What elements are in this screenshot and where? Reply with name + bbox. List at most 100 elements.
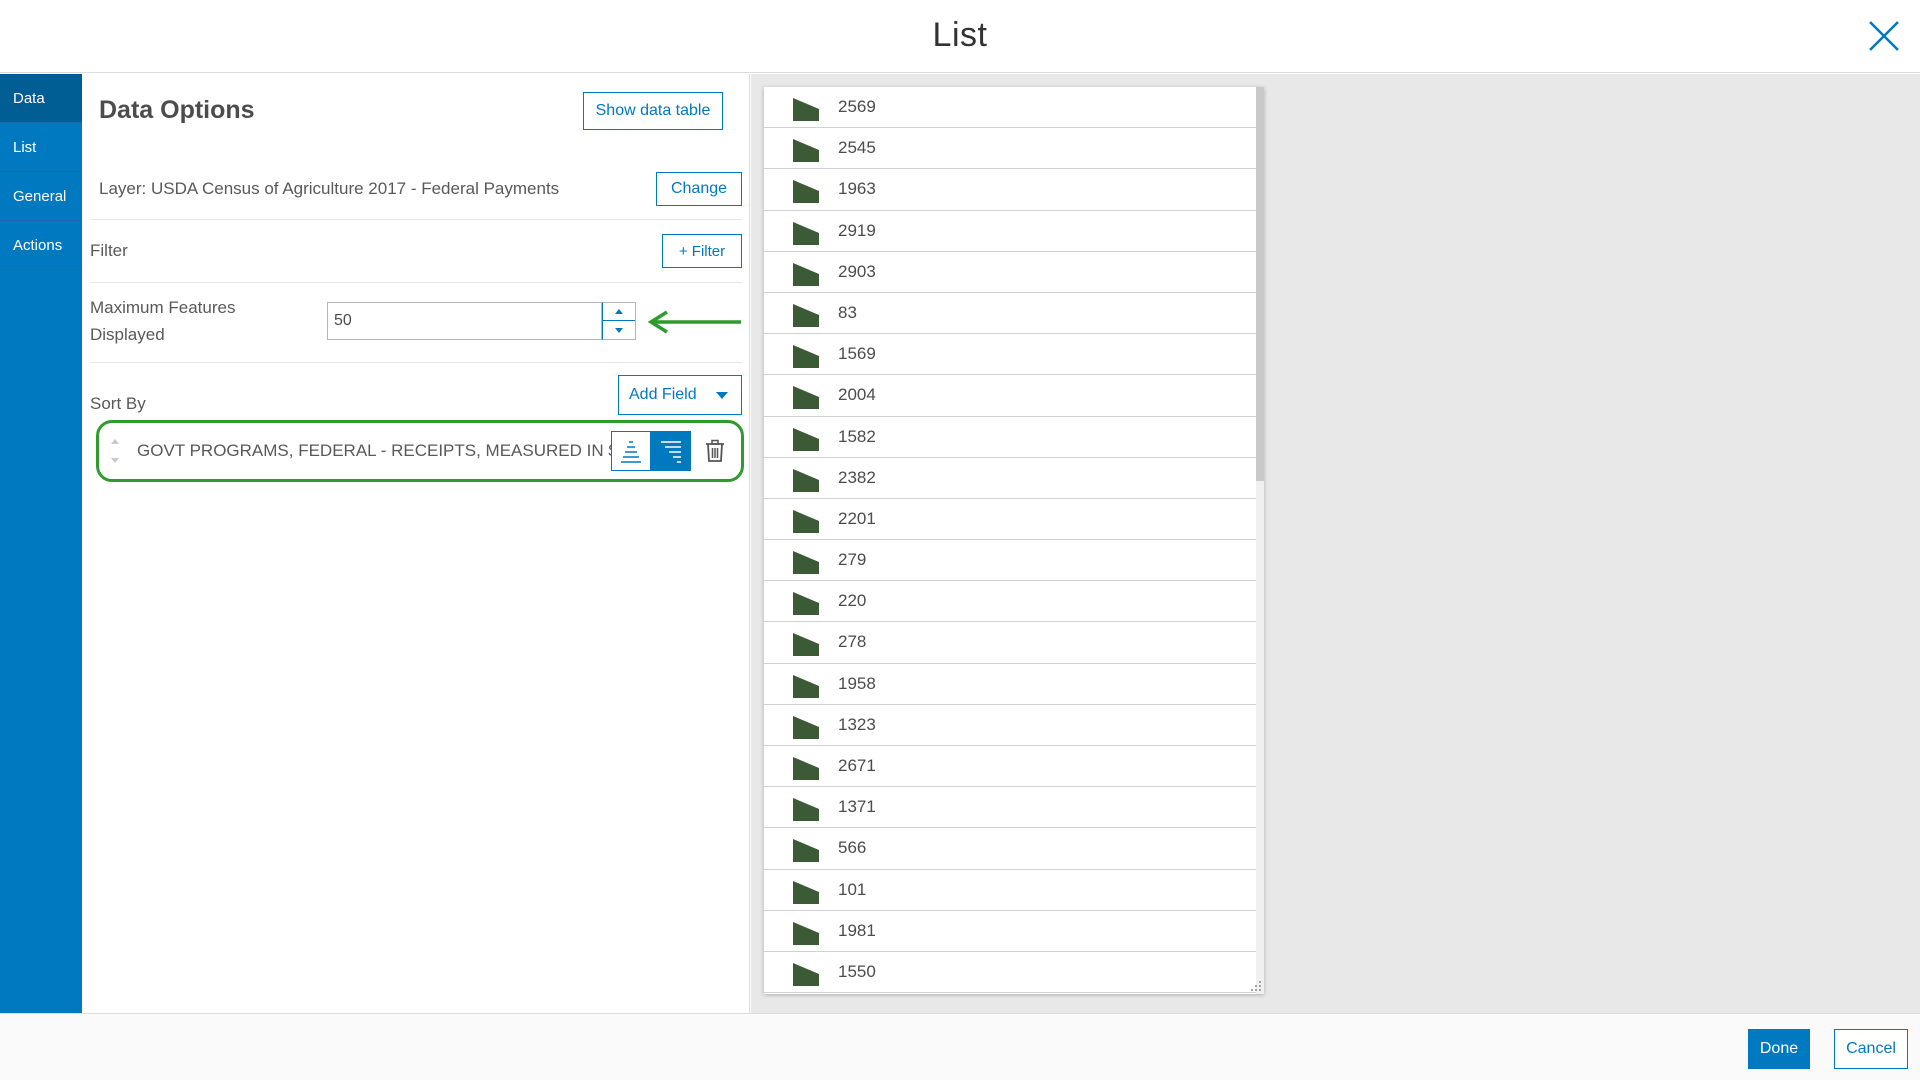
- drag-handle-icon[interactable]: [109, 435, 121, 467]
- caret-down-icon: [615, 328, 623, 333]
- sort-field-name: GOVT PROGRAMS, FEDERAL - RECEIPTS, MEASU…: [137, 441, 618, 460]
- done-button[interactable]: Done: [1748, 1029, 1810, 1069]
- list-item[interactable]: 279: [764, 540, 1256, 582]
- list-item[interactable]: 2201: [764, 499, 1256, 541]
- polygon-symbol-icon: [793, 427, 819, 451]
- polygon-symbol-icon: [793, 262, 819, 286]
- list-item[interactable]: 1371: [764, 787, 1256, 829]
- list-item[interactable]: 2545: [764, 128, 1256, 170]
- close-icon: [1869, 21, 1899, 51]
- list-items: 2569 2545 1963 2919 2903 83 1569 2004 1582 2382 22…: [764, 87, 1264, 994]
- dialog-footer: Done Cancel: [0, 1013, 1920, 1080]
- tab-general[interactable]: General: [0, 172, 82, 221]
- stepper-down-button[interactable]: [603, 321, 635, 339]
- list-item[interactable]: 1550: [764, 952, 1256, 994]
- sort-ascending-button[interactable]: [611, 431, 651, 471]
- chevron-down-icon: [716, 392, 728, 399]
- polygon-symbol-icon: [793, 221, 819, 245]
- polygon-symbol-icon: [793, 386, 819, 410]
- trash-icon[interactable]: [704, 439, 726, 463]
- sidebar: Data List General Actions: [0, 74, 82, 1013]
- list-item[interactable]: 278: [764, 622, 1256, 664]
- list-item[interactable]: 1582: [764, 417, 1256, 458]
- scrollbar-thumb[interactable]: [1256, 87, 1264, 481]
- list-item-value: 1963: [838, 179, 876, 199]
- list-item-value: 2569: [838, 97, 876, 116]
- filter-label: Filter: [90, 241, 128, 260]
- list-item-value: 1958: [838, 673, 876, 693]
- resize-grip-icon[interactable]: [1248, 978, 1262, 992]
- list-item-value: 2382: [838, 467, 876, 487]
- list-item[interactable]: 1569: [764, 334, 1256, 376]
- max-features-input[interactable]: [327, 302, 602, 340]
- show-data-table-button[interactable]: Show data table: [583, 92, 723, 130]
- polygon-symbol-icon: [793, 880, 819, 904]
- list-item-value: 2903: [838, 261, 876, 281]
- tab-list[interactable]: List: [0, 123, 82, 172]
- list-item-value: 278: [838, 632, 867, 652]
- polygon-symbol-icon: [793, 715, 819, 739]
- list-item[interactable]: 2569: [764, 87, 1256, 129]
- tab-actions[interactable]: Actions: [0, 221, 82, 270]
- list-item[interactable]: 1958: [764, 664, 1256, 705]
- list-item[interactable]: 566: [764, 828, 1256, 870]
- list-item-value: 101: [838, 879, 867, 899]
- polygon-symbol-icon: [793, 345, 819, 369]
- section-title: Data Options: [99, 96, 255, 124]
- cancel-button[interactable]: Cancel: [1834, 1029, 1908, 1069]
- sort-by-label: Sort By: [90, 394, 146, 413]
- list-item-value: 566: [838, 838, 867, 858]
- list-item-value: 1569: [838, 344, 876, 364]
- list-item[interactable]: 2004: [764, 375, 1256, 417]
- polygon-symbol-icon: [793, 592, 819, 616]
- sort-descending-button[interactable]: [651, 431, 691, 471]
- sort-field-item: GOVT PROGRAMS, FEDERAL - RECEIPTS, MEASU…: [96, 420, 744, 482]
- dialog-header: List: [0, 0, 1920, 73]
- sort-descending-icon: [661, 441, 681, 463]
- list-item[interactable]: 2382: [764, 458, 1256, 499]
- list-preview-area: 2569 2545 1963 2919 2903 83 1569 2004 1582 2382 22…: [751, 74, 1920, 1013]
- max-features-label-line2: Displayed: [90, 325, 165, 344]
- change-layer-button[interactable]: Change: [656, 172, 742, 206]
- polygon-symbol-icon: [793, 98, 819, 121]
- list-item[interactable]: 101: [764, 870, 1256, 911]
- divider: [90, 282, 742, 283]
- tab-data[interactable]: Data: [0, 74, 82, 123]
- list-item-value: 2201: [838, 508, 876, 528]
- polygon-symbol-icon: [793, 509, 819, 533]
- list-item[interactable]: 1323: [764, 705, 1256, 746]
- polygon-symbol-icon: [793, 303, 819, 327]
- sort-ascending-icon: [621, 441, 641, 463]
- list-item-value: 1371: [838, 797, 876, 817]
- add-field-dropdown[interactable]: Add Field: [618, 375, 742, 415]
- list-preview: 2569 2545 1963 2919 2903 83 1569 2004 1582 2382 22…: [764, 87, 1264, 994]
- scrollbar[interactable]: [1256, 87, 1264, 994]
- polygon-symbol-icon: [793, 798, 819, 822]
- data-options-panel: Data Options Show data table Layer: USDA…: [82, 74, 750, 1013]
- divider: [90, 362, 742, 363]
- polygon-symbol-icon: [793, 921, 819, 945]
- list-item[interactable]: 2671: [764, 746, 1256, 788]
- list-item-value: 2004: [838, 385, 876, 405]
- layer-label: Layer: USDA Census of Agriculture 2017 -…: [99, 179, 560, 198]
- stepper-up-button[interactable]: [603, 303, 635, 321]
- list-item[interactable]: 83: [764, 293, 1256, 335]
- list-item-value: 220: [838, 591, 867, 611]
- polygon-symbol-icon: [793, 962, 819, 986]
- list-item[interactable]: 220: [764, 581, 1256, 623]
- polygon-symbol-icon: [793, 468, 819, 492]
- polygon-symbol-icon: [793, 839, 819, 863]
- list-item[interactable]: 1981: [764, 911, 1256, 952]
- divider: [90, 219, 742, 220]
- list-item[interactable]: 2903: [764, 252, 1256, 293]
- close-button[interactable]: [1866, 18, 1902, 54]
- list-item-value: 1323: [838, 714, 876, 734]
- polygon-symbol-icon: [793, 633, 819, 657]
- list-item[interactable]: 1963: [764, 169, 1256, 211]
- list-item-value: 1550: [838, 961, 876, 981]
- add-filter-button[interactable]: + Filter: [662, 234, 742, 268]
- polygon-symbol-icon: [793, 551, 819, 575]
- polygon-symbol-icon: [793, 139, 819, 163]
- list-item-value: 1582: [838, 426, 876, 446]
- list-item[interactable]: 2919: [764, 211, 1256, 252]
